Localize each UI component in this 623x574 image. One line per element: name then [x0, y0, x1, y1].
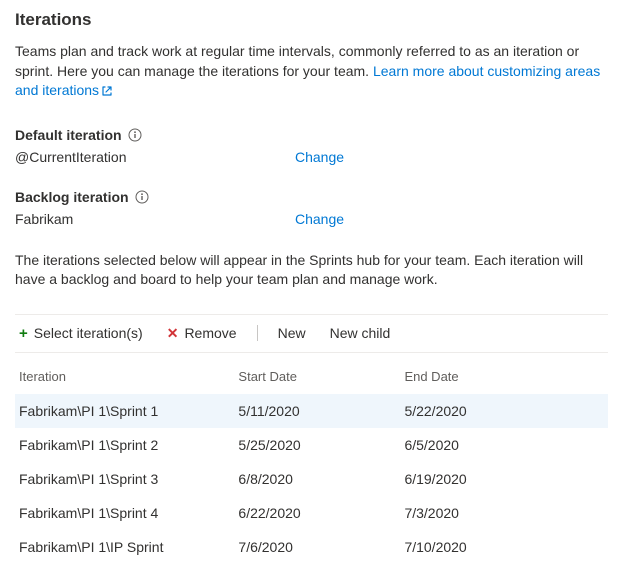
cell-start: 5/25/2020 [234, 428, 400, 462]
table-row[interactable]: Fabrikam\PI 1\Sprint 36/8/20206/19/2020 [15, 462, 608, 496]
cell-end: 7/10/2020 [400, 530, 608, 564]
new-child-button[interactable]: New child [326, 323, 395, 343]
col-iteration[interactable]: Iteration [15, 359, 234, 394]
cell-start: 7/6/2020 [234, 530, 400, 564]
cell-start: 5/11/2020 [234, 394, 400, 428]
info-icon[interactable] [128, 128, 142, 142]
change-backlog-iteration-link[interactable]: Change [295, 211, 344, 227]
cell-start: 6/8/2020 [234, 462, 400, 496]
cell-end: 5/22/2020 [400, 394, 608, 428]
backlog-iteration-value: Fabrikam [15, 211, 295, 227]
new-button[interactable]: New [274, 323, 310, 343]
cell-iteration: Fabrikam\PI 1\IP Sprint [15, 530, 234, 564]
cell-end: 6/19/2020 [400, 462, 608, 496]
select-iterations-label: Select iteration(s) [34, 325, 143, 341]
remove-button[interactable]: ✕ Remove [163, 323, 241, 344]
table-row[interactable]: Fabrikam\PI 1\Sprint 25/25/20206/5/2020 [15, 428, 608, 462]
toolbar-divider [257, 325, 258, 341]
iterations-table: Iteration Start Date End Date Fabrikam\P… [15, 359, 608, 564]
col-end-date[interactable]: End Date [400, 359, 608, 394]
change-default-iteration-link[interactable]: Change [295, 149, 344, 165]
table-row[interactable]: Fabrikam\PI 1\IP Sprint7/6/20207/10/2020 [15, 530, 608, 564]
info-icon[interactable] [135, 190, 149, 204]
iterations-toolbar: + Select iteration(s) ✕ Remove New New c… [15, 314, 608, 353]
cell-iteration: Fabrikam\PI 1\Sprint 3 [15, 462, 234, 496]
cell-end: 6/5/2020 [400, 428, 608, 462]
x-icon: ✕ [167, 325, 179, 342]
default-iteration-label: Default iteration [15, 127, 608, 143]
table-row[interactable]: Fabrikam\PI 1\Sprint 15/11/20205/22/2020 [15, 394, 608, 428]
default-iteration-value: @CurrentIteration [15, 149, 295, 165]
iterations-hint: The iterations selected below will appea… [15, 251, 608, 290]
cell-iteration: Fabrikam\PI 1\Sprint 2 [15, 428, 234, 462]
cell-iteration: Fabrikam\PI 1\Sprint 4 [15, 496, 234, 530]
table-row[interactable]: Fabrikam\PI 1\Sprint 46/22/20207/3/2020 [15, 496, 608, 530]
external-link-icon [101, 83, 113, 103]
page-description: Teams plan and track work at regular tim… [15, 42, 608, 103]
remove-label: Remove [184, 325, 236, 341]
cell-end: 7/3/2020 [400, 496, 608, 530]
backlog-iteration-label: Backlog iteration [15, 189, 608, 205]
select-iterations-button[interactable]: + Select iteration(s) [15, 323, 147, 344]
plus-icon: + [19, 325, 28, 342]
col-start-date[interactable]: Start Date [234, 359, 400, 394]
cell-start: 6/22/2020 [234, 496, 400, 530]
cell-iteration: Fabrikam\PI 1\Sprint 1 [15, 394, 234, 428]
page-title: Iterations [15, 10, 608, 30]
backlog-iteration-label-text: Backlog iteration [15, 189, 129, 205]
default-iteration-label-text: Default iteration [15, 127, 122, 143]
